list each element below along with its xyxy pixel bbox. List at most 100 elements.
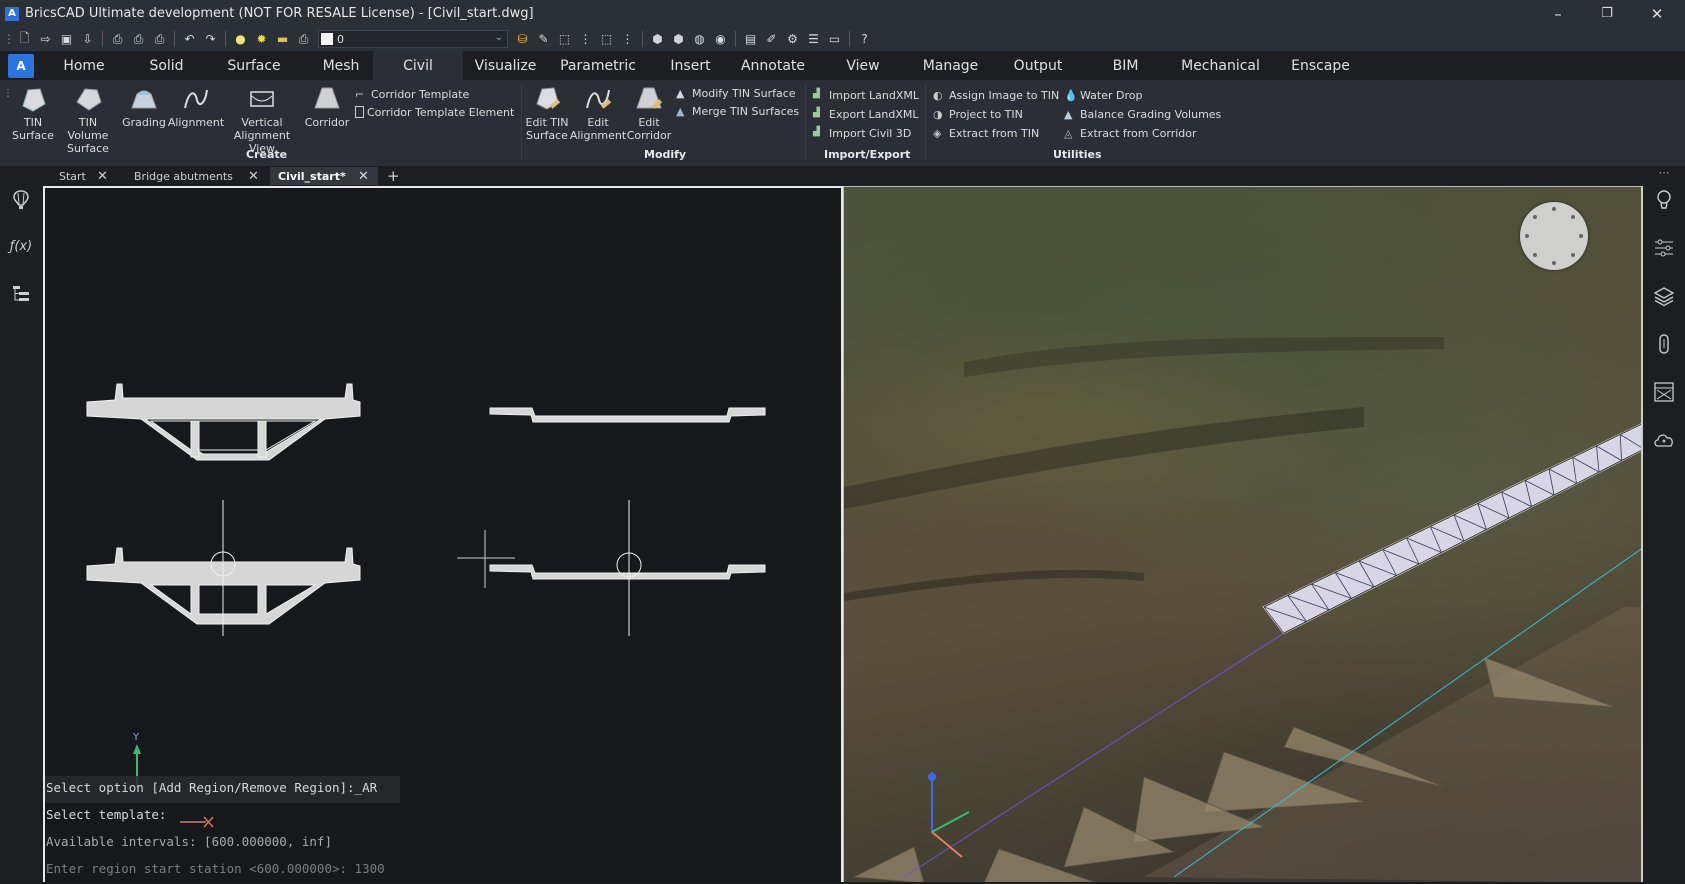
corridor-template-element-button[interactable]: Corridor Template Element bbox=[355, 104, 514, 120]
doc-tab-bridge-abutments[interactable]: Bridge abutments bbox=[130, 167, 237, 185]
label: Import LandXML bbox=[829, 88, 919, 102]
structure-tree-icon[interactable] bbox=[9, 282, 33, 306]
function-fx-icon[interactable]: ƒ(x) bbox=[9, 234, 33, 258]
layers-icon[interactable] bbox=[1652, 284, 1676, 308]
corridor-template-button[interactable]: ⌐ Corridor Template bbox=[355, 86, 469, 102]
redo-icon[interactable]: ↷ bbox=[202, 31, 219, 48]
import-civil3d-button[interactable]: ▟ Import Civil 3D bbox=[813, 125, 911, 141]
restore-button[interactable]: ❐ bbox=[1584, 0, 1630, 27]
tab-surface[interactable]: Surface bbox=[199, 51, 309, 80]
application-menu-button[interactable]: A bbox=[8, 53, 34, 78]
draw-icon[interactable]: ✎ bbox=[535, 31, 552, 48]
open-icon[interactable]: ⇨ bbox=[37, 31, 54, 48]
tab-visualize[interactable]: Visualize bbox=[463, 51, 548, 80]
cylinder-icon[interactable]: ◍ bbox=[691, 31, 708, 48]
command-prompt-input[interactable]: Enter region start station <600.000000>:… bbox=[45, 857, 605, 884]
tab-mesh[interactable]: Mesh bbox=[309, 51, 373, 80]
eraser-icon[interactable]: ✐ bbox=[763, 31, 780, 48]
grading-button[interactable]: Grading bbox=[120, 84, 168, 129]
plot-icon[interactable]: ⎙ bbox=[109, 31, 126, 48]
assign-image-to-tin-button[interactable]: ◐ Assign Image to TIN bbox=[933, 87, 1059, 103]
save-as-icon[interactable]: ⇩ bbox=[79, 31, 96, 48]
navigation-compass[interactable] bbox=[1520, 202, 1588, 270]
layer-on-icon[interactable]: ● bbox=[232, 31, 249, 48]
edit-tin-surface-button[interactable]: Edit TIN Surface bbox=[522, 84, 572, 142]
import-landxml-button[interactable]: ▟ Import LandXML bbox=[813, 87, 919, 103]
vertical-alignment-view-button[interactable]: Vertical Alignment View bbox=[222, 84, 302, 155]
close-button[interactable]: ✕ bbox=[1634, 0, 1680, 27]
tab-home[interactable]: Home bbox=[34, 51, 134, 80]
cloud-icon[interactable] bbox=[1652, 428, 1676, 452]
attachment-icon[interactable] bbox=[1652, 332, 1676, 356]
edit-corridor-button[interactable]: Edit Corridor bbox=[624, 84, 674, 142]
help-icon[interactable]: ? bbox=[856, 31, 873, 48]
command-history-line: Available intervals: [600.000000, inf] bbox=[46, 834, 332, 849]
tab-manage[interactable]: Manage bbox=[913, 51, 988, 80]
close-tab-civil-start-icon[interactable]: ✕ bbox=[358, 167, 369, 185]
match-properties-icon[interactable]: ⛁ bbox=[514, 31, 531, 48]
tab-view[interactable]: View bbox=[813, 51, 913, 80]
settings-icon[interactable]: ⚙ bbox=[784, 31, 801, 48]
panel-title-utilities: Utilities bbox=[1053, 148, 1102, 161]
solid-cube-icon[interactable]: ⬢ bbox=[670, 31, 687, 48]
label: Modify TIN Surface bbox=[692, 86, 796, 100]
sliders-icon[interactable] bbox=[1652, 236, 1676, 260]
quick-select-icon[interactable]: ⬚ bbox=[598, 31, 615, 48]
alignment-button[interactable]: Alignment bbox=[168, 84, 224, 129]
panel-more-icon[interactable]: ⋯ bbox=[1652, 160, 1676, 184]
drawing-explorer-icon[interactable] bbox=[1652, 380, 1676, 404]
list-icon[interactable]: ☰ bbox=[805, 31, 822, 48]
add-tab-button[interactable]: + bbox=[387, 167, 400, 185]
properties-icon[interactable]: ▤ bbox=[742, 31, 759, 48]
new-icon[interactable]: 🗋 bbox=[16, 31, 33, 48]
print-preview-icon[interactable]: ⎙ bbox=[130, 31, 147, 48]
viewport-3d[interactable] bbox=[843, 186, 1643, 882]
layer-dropdown[interactable]: 0 ⌄ bbox=[318, 30, 508, 48]
minimize-button[interactable]: – bbox=[1535, 0, 1581, 27]
merge-tin-surfaces-button[interactable]: ▲ Merge TIN Surfaces bbox=[676, 103, 799, 119]
edit-alignment-button[interactable]: Edit Alignment bbox=[570, 84, 626, 142]
compass-dot bbox=[1533, 253, 1537, 257]
terrain-render bbox=[844, 337, 1641, 882]
tab-civil[interactable]: Civil bbox=[373, 51, 463, 80]
tin-volume-surface-button[interactable]: TIN Volume Surface bbox=[58, 84, 118, 155]
layer-freeze-icon[interactable]: ✹ bbox=[253, 31, 270, 48]
toolbar-grip-icon[interactable]: ⋮ bbox=[3, 31, 15, 48]
close-tab-start-icon[interactable]: ✕ bbox=[97, 167, 108, 185]
tab-annotate[interactable]: Annotate bbox=[733, 51, 813, 80]
hot-air-balloon-icon[interactable] bbox=[9, 188, 33, 212]
layer-lock-icon[interactable]: ▬ bbox=[274, 31, 291, 48]
lightbulb-icon[interactable] bbox=[1652, 188, 1676, 212]
tab-enscape[interactable]: Enscape bbox=[1278, 51, 1363, 80]
tab-mechanical[interactable]: Mechanical bbox=[1163, 51, 1278, 80]
label: TIN Volume bbox=[67, 116, 109, 142]
tab-insert[interactable]: Insert bbox=[648, 51, 733, 80]
export-landxml-button[interactable]: ▟ Export LandXML bbox=[813, 106, 918, 122]
tab-parametric[interactable]: Parametric bbox=[548, 51, 648, 80]
project-to-tin-button[interactable]: ◑ Project to TIN bbox=[933, 106, 1023, 122]
filter-icon[interactable]: ⋮ bbox=[577, 31, 594, 48]
close-tab-bridge-abutments-icon[interactable]: ✕ bbox=[248, 167, 259, 185]
modify-tin-surface-button[interactable]: ▲ Modify TIN Surface bbox=[676, 85, 796, 101]
sphere-icon[interactable]: ◉ bbox=[712, 31, 729, 48]
tab-solid[interactable]: Solid bbox=[134, 51, 199, 80]
extract-from-corridor-button[interactable]: ◬ Extract from Corridor bbox=[1064, 125, 1197, 141]
balance-grading-volumes-button[interactable]: ▲ Balance Grading Volumes bbox=[1064, 106, 1221, 122]
corridor-button[interactable]: Corridor bbox=[302, 84, 352, 129]
tab-bim[interactable]: BIM bbox=[1088, 51, 1163, 80]
save-icon[interactable]: ▣ bbox=[58, 31, 75, 48]
lamp-icon[interactable]: ⋮ bbox=[619, 31, 636, 48]
water-drop-button[interactable]: 💧 Water Drop bbox=[1064, 87, 1142, 103]
publish-icon[interactable]: ⎙ bbox=[151, 31, 168, 48]
corridor-template-element-icon bbox=[355, 106, 364, 118]
select-similar-icon[interactable]: ⬚ bbox=[556, 31, 573, 48]
tin-surface-button[interactable]: TIN Surface bbox=[10, 84, 56, 142]
import-landxml-icon: ▟ bbox=[813, 88, 820, 99]
image-icon[interactable]: ▭ bbox=[826, 31, 843, 48]
undo-icon[interactable]: ↶ bbox=[181, 31, 198, 48]
solid-box-icon[interactable]: ⬢ bbox=[649, 31, 666, 48]
layer-plot-icon[interactable]: ⎙ bbox=[295, 31, 312, 48]
tab-output[interactable]: Output bbox=[988, 51, 1088, 80]
extract-from-tin-button[interactable]: ◈ Extract from TIN bbox=[933, 125, 1039, 141]
doc-tab-start[interactable]: Start bbox=[55, 167, 90, 185]
